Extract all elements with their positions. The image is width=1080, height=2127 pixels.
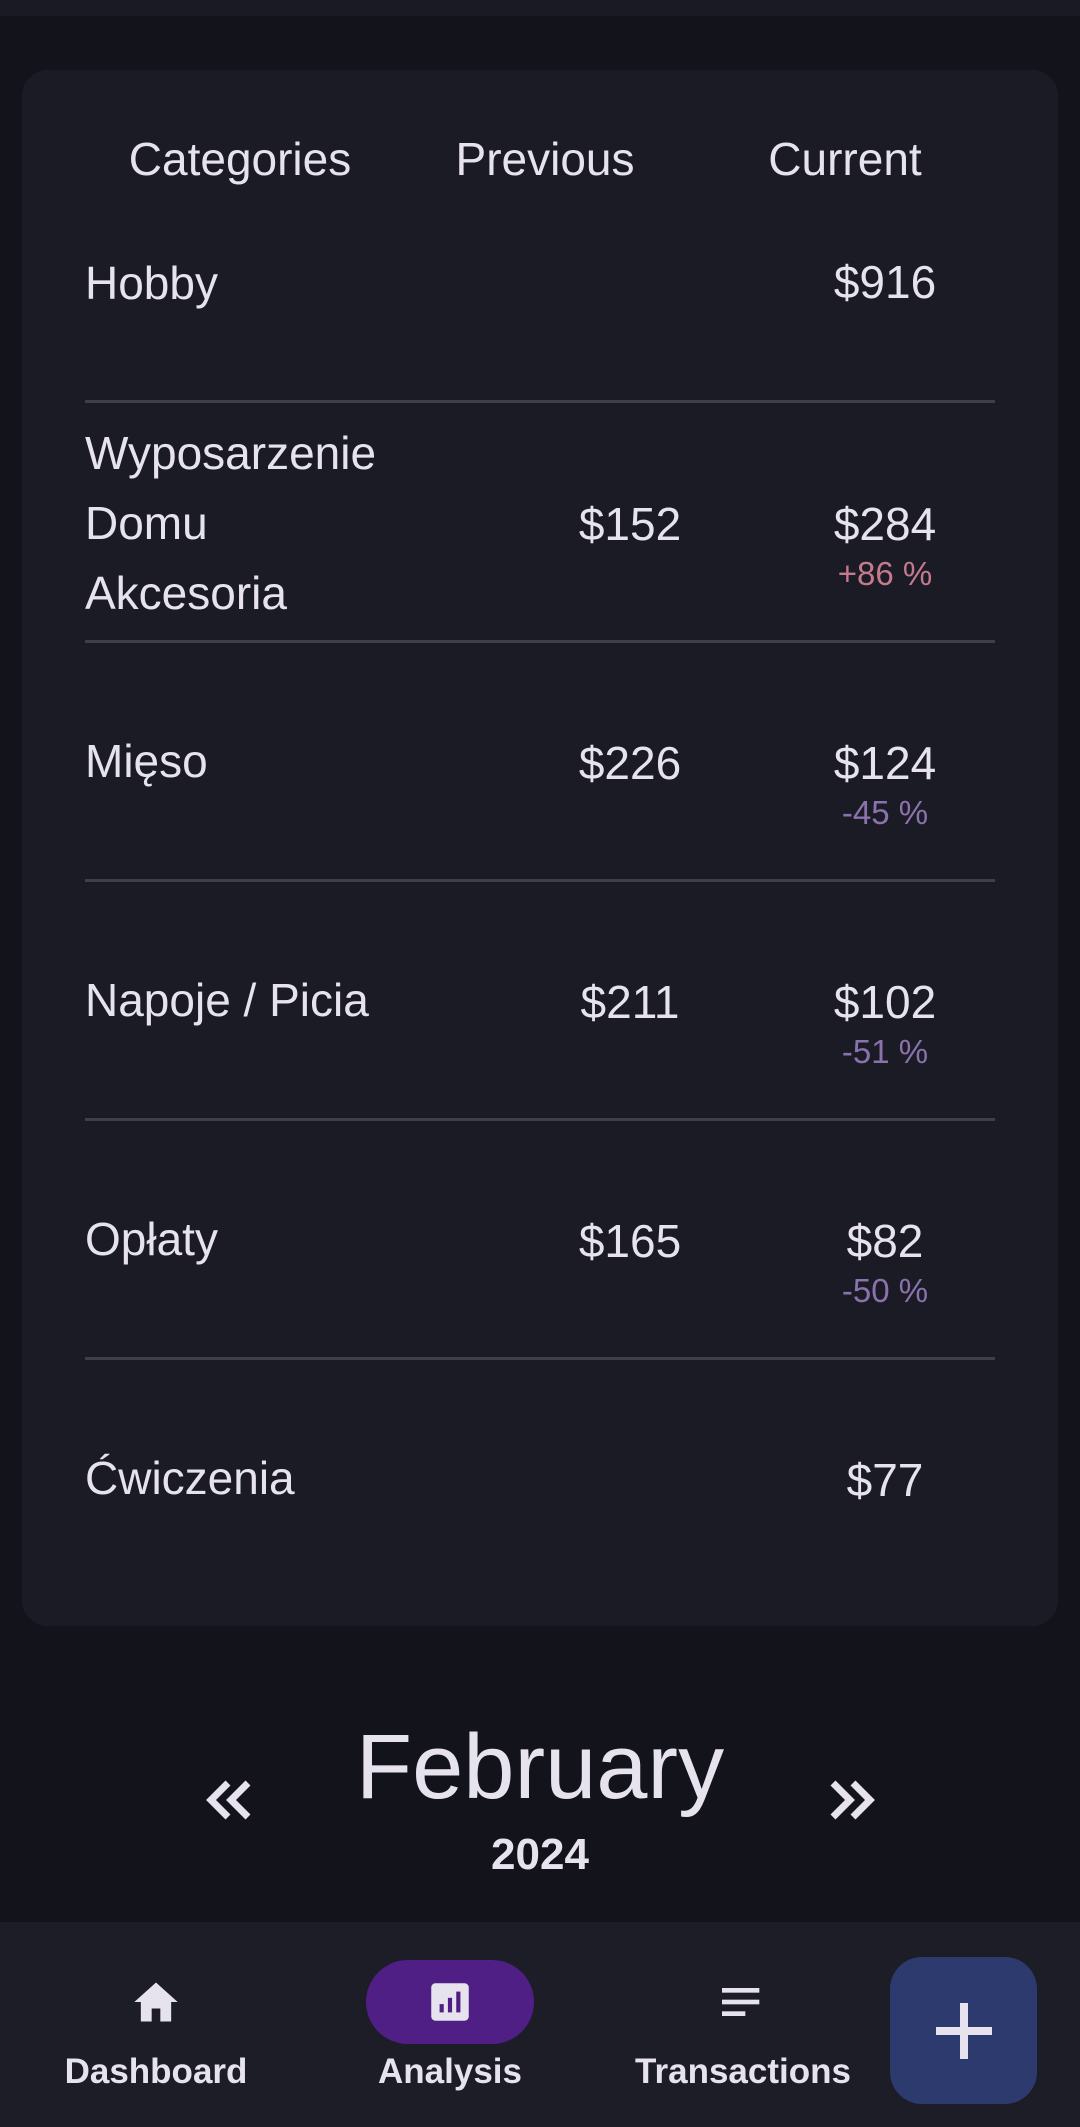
current-amount: $284 (833, 498, 937, 550)
plus-icon (935, 2002, 992, 2059)
analytics-icon (431, 1983, 469, 2021)
current-amount: $82 (846, 1215, 924, 1267)
change-percent: -51 % (841, 1033, 929, 1070)
header-categories: Categories (128, 133, 352, 185)
home-icon (134, 1982, 178, 2022)
header-current: Current (768, 133, 922, 185)
category-name: Mięso (85, 735, 208, 787)
nav-label: Dashboard (64, 2052, 248, 2091)
previous-amount: $152 (578, 498, 682, 550)
change-percent: -50 % (841, 1272, 929, 1309)
change-percent: +86 % (837, 555, 933, 592)
double-chevron-right-icon (830, 1780, 875, 1820)
current-amount: $102 (833, 976, 937, 1028)
active-indicator (366, 1960, 534, 2044)
table-row[interactable]: Napoje / Picia $211 $102 -51 % (85, 882, 995, 1121)
table-row[interactable]: Wyposarzenie Domu Akcesoria $152 $284 +8… (85, 403, 995, 643)
month-title: February (355, 1716, 725, 1818)
table-row[interactable]: Hobby $916 (85, 190, 995, 403)
year-label: 2024 (491, 1830, 589, 1879)
current-amount: $916 (833, 256, 937, 308)
next-month-button[interactable] (815, 1765, 885, 1835)
header-previous: Previous (455, 133, 635, 185)
add-transaction-button[interactable] (890, 1957, 1037, 2104)
previous-amount: $165 (578, 1215, 682, 1267)
category-name: Napoje / Picia (85, 974, 369, 1026)
category-name: Wyposarzenie Domu Akcesoria (85, 427, 377, 619)
nav-label: Transactions (635, 2052, 851, 2091)
previous-amount: $211 (580, 976, 680, 1028)
change-percent: -45 % (841, 794, 929, 831)
previous-amount: $226 (578, 737, 682, 789)
current-amount: $77 (846, 1454, 924, 1506)
category-name: Hobby (85, 257, 218, 309)
status-bar (0, 0, 1080, 16)
category-name: Ćwiczenia (85, 1452, 295, 1504)
current-amount: $124 (833, 737, 937, 789)
nav-analysis[interactable]: Analysis (330, 1922, 570, 2127)
previous-month-button[interactable] (196, 1765, 266, 1835)
nav-transactions[interactable]: Transactions (623, 1922, 863, 2127)
double-chevron-left-icon (206, 1780, 251, 1820)
nav-label: Analysis (378, 2052, 522, 2091)
table-row[interactable]: Mięso $226 $124 -45 % (85, 643, 995, 882)
table-row[interactable]: Opłaty $165 $82 -50 % (85, 1121, 995, 1360)
category-name: Opłaty (85, 1213, 218, 1265)
table-row[interactable]: Ćwiczenia $77 (85, 1360, 995, 1590)
list-icon (722, 1988, 760, 2016)
nav-dashboard[interactable]: Dashboard (36, 1922, 276, 2127)
